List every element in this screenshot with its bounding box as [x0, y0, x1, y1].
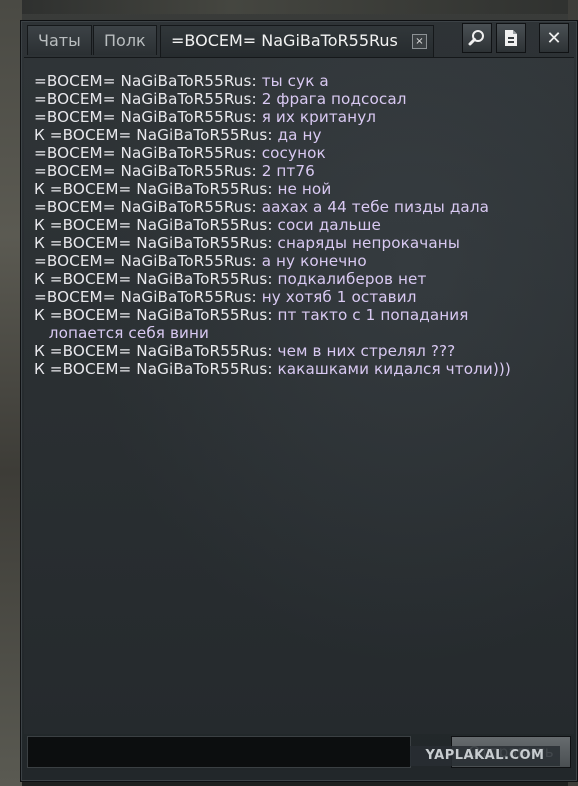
chat-message: =BOCEM= NaGiBaToR55Rus: 2 фрага подсосал: [34, 90, 574, 108]
search-icon: [468, 30, 484, 46]
message-sender: =BOCEM= NaGiBaToR55Rus:: [34, 144, 257, 162]
message-text: подкалиберов нет: [272, 270, 427, 288]
message-text: ну хотяб 1 оставил: [256, 288, 417, 306]
close-button[interactable]: ✕: [539, 23, 569, 53]
game-background-top: [0, 0, 578, 14]
chat-message: К =BOCEM= NaGiBaToR55Rus: пт такто с 1 п…: [34, 306, 574, 342]
message-sender: =BOCEM= NaGiBaToR55Rus:: [34, 252, 257, 270]
game-background-left: [0, 0, 22, 786]
message-sender: =BOCEM= NaGiBaToR55Rus:: [34, 162, 257, 180]
message-sender: =BOCEM= NaGiBaToR55Rus:: [34, 198, 257, 216]
message-sender: =BOCEM= NaGiBaToR55Rus:: [34, 72, 257, 90]
message-text: а ну конечно: [256, 252, 367, 270]
chat-message: =BOCEM= NaGiBaToR55Rus: 2 пт76: [34, 162, 574, 180]
chat-message: К =BOCEM= NaGiBaToR55Rus: подкалиберов н…: [34, 270, 574, 288]
chat-message: =BOCEM= NaGiBaToR55Rus: ты сук а: [34, 72, 574, 90]
chat-message: К =BOCEM= NaGiBaToR55Rus: не ной: [34, 180, 574, 198]
watermark: YAPLAKAL.COM: [410, 746, 560, 766]
chat-message: К =BOCEM= NaGiBaToR55Rus: чем в них стре…: [34, 342, 574, 360]
search-button[interactable]: [462, 23, 492, 53]
message-sender: К =BOCEM= NaGiBaToR55Rus:: [34, 360, 273, 378]
message-sender: К =BOCEM= NaGiBaToR55Rus:: [34, 270, 273, 288]
message-list: =BOCEM= NaGiBaToR55Rus: ты сук а =BOCEM= …: [24, 58, 574, 378]
message-input[interactable]: [27, 736, 411, 768]
chat-message: =BOCEM= NaGiBaToR55Rus: а ну конечно: [34, 252, 574, 270]
message-sender: К =BOCEM= NaGiBaToR55Rus:: [34, 126, 273, 144]
message-text: сосунок: [256, 144, 326, 162]
chat-message: =BOCEM= NaGiBaToR55Rus: ну хотяб 1 остав…: [34, 288, 574, 306]
tab-private-chat-label: =BOCEM= NaGiBaToR55Rus: [171, 31, 398, 50]
message-sender: К =BOCEM= NaGiBaToR55Rus:: [34, 306, 273, 324]
chat-message: =BOCEM= NaGiBaToR55Rus: сосунок: [34, 144, 574, 162]
message-sender: К =BOCEM= NaGiBaToR55Rus:: [34, 216, 273, 234]
message-sender: К =BOCEM= NaGiBaToR55Rus:: [34, 342, 273, 360]
message-sender: =BOCEM= NaGiBaToR55Rus:: [34, 90, 257, 108]
message-text: какашками кидался чтоли))): [272, 360, 511, 378]
message-sender: =BOCEM= NaGiBaToR55Rus:: [34, 108, 257, 126]
message-text: я их кританул: [256, 108, 377, 126]
message-text: 2 пт76: [256, 162, 315, 180]
tab-chats-label: Чаты: [38, 31, 81, 50]
message-sender: К =BOCEM= NaGiBaToR55Rus:: [34, 180, 273, 198]
chat-message: К =BOCEM= NaGiBaToR55Rus: соси дальше: [34, 216, 574, 234]
message-sender: К =BOCEM= NaGiBaToR55Rus:: [34, 234, 273, 252]
message-text: чем в них стрелял ???: [272, 342, 456, 360]
tab-regiment-label: Полк: [104, 31, 146, 50]
message-text: аахах а 44 тебе пизды дала: [256, 198, 490, 216]
message-sender: =BOCEM= NaGiBaToR55Rus:: [34, 288, 257, 306]
chat-message: =BOCEM= NaGiBaToR55Rus: аахах а 44 тебе …: [34, 198, 574, 216]
chat-window: Чаты Полк =BOCEM= NaGiBaToR55Rus × ✕ =BO…: [20, 20, 578, 782]
export-icon: [505, 30, 517, 46]
tab-regiment[interactable]: Полк: [93, 25, 157, 55]
message-text: снаряды непрокачаны: [272, 234, 460, 252]
export-button[interactable]: [496, 23, 526, 53]
message-text: соси дальше: [272, 216, 382, 234]
message-text: 2 фрага подсосал: [256, 90, 407, 108]
chat-message: =BOCEM= NaGiBaToR55Rus: я их кританул: [34, 108, 574, 126]
message-text: не ной: [272, 180, 332, 198]
tab-close-icon[interactable]: ×: [412, 34, 427, 49]
close-icon: ✕: [546, 27, 562, 49]
message-text: да ну: [272, 126, 322, 144]
chat-message: К =BOCEM= NaGiBaToR55Rus: снаряды непрок…: [34, 234, 574, 252]
tab-chats[interactable]: Чаты: [27, 25, 92, 55]
tab-private-chat[interactable]: =BOCEM= NaGiBaToR55Rus ×: [160, 25, 434, 57]
chat-message: К =BOCEM= NaGiBaToR55Rus: какашками кида…: [34, 360, 574, 378]
message-area[interactable]: =BOCEM= NaGiBaToR55Rus: ты сук а =BOCEM= …: [24, 57, 574, 734]
chat-message: К =BOCEM= NaGiBaToR55Rus: да ну: [34, 126, 574, 144]
message-text: ты сук а: [256, 72, 329, 90]
